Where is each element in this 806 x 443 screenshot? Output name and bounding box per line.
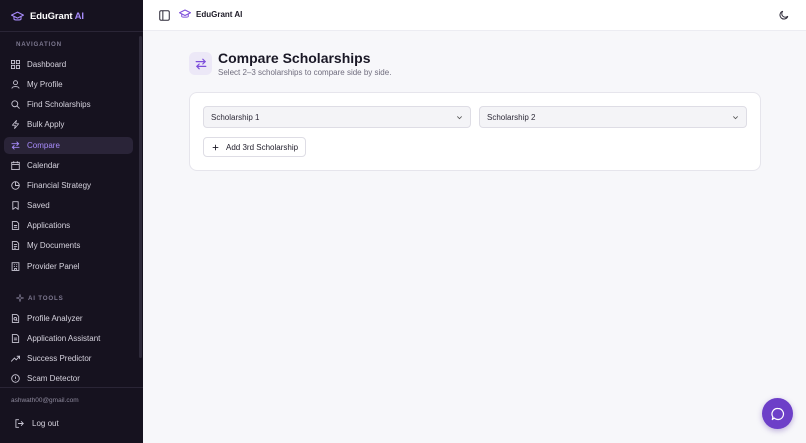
file-icon bbox=[11, 221, 20, 230]
sidebar-item-success-predictor[interactable]: Success Predictor bbox=[4, 350, 133, 367]
sidebar-item-label: My Documents bbox=[27, 241, 81, 250]
ai-tools-heading: AI TOOLS bbox=[16, 294, 64, 302]
bookmark-icon bbox=[11, 201, 20, 210]
file-search-icon bbox=[11, 314, 20, 323]
sidebar-item-applications[interactable]: Applications bbox=[4, 217, 133, 234]
building-icon bbox=[11, 262, 20, 271]
sidebar-item-label: Calendar bbox=[27, 161, 60, 170]
page-title: Compare Scholarships bbox=[218, 50, 371, 66]
divider bbox=[0, 31, 143, 32]
plus-icon bbox=[212, 144, 219, 150]
sidebar-item-label: Application Assistant bbox=[27, 334, 101, 343]
sidebar-item-saved[interactable]: Saved bbox=[4, 197, 133, 214]
brand[interactable]: EduGrant AI bbox=[11, 9, 84, 23]
logout-button[interactable]: Log out bbox=[15, 419, 59, 428]
sidebar-item-label: Success Predictor bbox=[27, 354, 92, 363]
bolt-icon bbox=[11, 120, 20, 129]
sidebar-item-profile-analyzer[interactable]: Profile Analyzer bbox=[4, 310, 133, 327]
pie-icon bbox=[11, 181, 20, 190]
add-button-label: Add 3rd Scholarship bbox=[226, 142, 299, 152]
chat-bubble-icon bbox=[770, 407, 784, 420]
top-bar: EduGrant AI bbox=[143, 0, 806, 31]
swap-icon bbox=[195, 58, 206, 69]
sidebar-item-label: Applications bbox=[27, 221, 71, 230]
sidebar: EduGrant AI NAVIGATION Dashboard My Prof… bbox=[0, 0, 143, 443]
sidebar-item-label: Profile Analyzer bbox=[27, 314, 83, 323]
sidebar-item-dashboard[interactable]: Dashboard bbox=[4, 56, 133, 73]
scholarship-1-select[interactable]: Scholarship 1 bbox=[203, 106, 471, 128]
logout-label: Log out bbox=[32, 419, 59, 428]
page-subtitle: Select 2–3 scholarships to compare side … bbox=[218, 68, 392, 77]
sidebar-toggle-icon[interactable] bbox=[159, 10, 170, 21]
compare-page-icon bbox=[189, 52, 212, 75]
sidebar-item-my-documents[interactable]: My Documents bbox=[4, 237, 133, 254]
sidebar-item-compare[interactable]: Compare bbox=[4, 137, 133, 154]
sidebar-item-label: Saved bbox=[27, 201, 50, 210]
grid-icon bbox=[11, 60, 20, 69]
sidebar-scrollbar[interactable] bbox=[139, 36, 142, 358]
sidebar-item-label: Financial Strategy bbox=[27, 181, 92, 190]
nav-heading: NAVIGATION bbox=[16, 41, 62, 48]
moon-icon[interactable] bbox=[779, 10, 789, 20]
shield-icon bbox=[11, 374, 20, 383]
sidebar-item-label: Provider Panel bbox=[27, 262, 80, 271]
sidebar-item-scam-detector[interactable]: Scam Detector bbox=[4, 370, 133, 387]
user-icon bbox=[11, 80, 20, 89]
chat-button[interactable] bbox=[762, 398, 793, 429]
compare-card: Scholarship 1 Scholarship 2 Add 3rd Scho… bbox=[189, 92, 761, 171]
user-email: ashwath00@gmail.com bbox=[11, 397, 79, 404]
logout-icon bbox=[15, 419, 24, 428]
select-value: Scholarship 1 bbox=[211, 112, 260, 122]
scholarship-2-select[interactable]: Scholarship 2 bbox=[479, 106, 747, 128]
swap-icon bbox=[11, 141, 20, 150]
sidebar-item-label: Dashboard bbox=[27, 60, 67, 69]
sidebar-item-label: Find Scholarships bbox=[27, 100, 91, 109]
sidebar-item-calendar[interactable]: Calendar bbox=[4, 157, 133, 174]
sidebar-item-label: Scam Detector bbox=[27, 374, 80, 383]
sidebar-item-financial-strategy[interactable]: Financial Strategy bbox=[4, 177, 133, 194]
sidebar-item-label: Bulk Apply bbox=[27, 120, 65, 129]
brand-name: EduGrant AI bbox=[30, 10, 84, 22]
sidebar-item-label: My Profile bbox=[27, 80, 63, 89]
graduation-cap-icon bbox=[11, 11, 24, 20]
document-icon bbox=[11, 241, 20, 250]
calendar-icon bbox=[11, 161, 20, 170]
divider bbox=[0, 387, 143, 388]
sidebar-item-application-assistant[interactable]: Application Assistant bbox=[4, 330, 133, 347]
file-pen-icon bbox=[11, 334, 20, 343]
sidebar-item-bulk-apply[interactable]: Bulk Apply bbox=[4, 116, 133, 133]
trend-icon bbox=[11, 354, 20, 363]
select-value: Scholarship 2 bbox=[487, 112, 536, 122]
sparkle-icon bbox=[16, 294, 24, 302]
chevron-down-icon bbox=[733, 115, 738, 119]
sidebar-item-provider-panel[interactable]: Provider Panel bbox=[4, 258, 133, 275]
sidebar-item-my-profile[interactable]: My Profile bbox=[4, 76, 133, 93]
top-brand-name: EduGrant AI bbox=[196, 9, 243, 19]
sidebar-item-label: Compare bbox=[27, 141, 60, 150]
chevron-down-icon bbox=[457, 115, 462, 119]
search-icon bbox=[11, 100, 20, 109]
sidebar-item-find-scholarships[interactable]: Find Scholarships bbox=[4, 96, 133, 113]
top-brand[interactable]: EduGrant AI bbox=[179, 9, 242, 19]
graduation-cap-icon bbox=[179, 9, 191, 18]
add-third-scholarship-button[interactable]: Add 3rd Scholarship bbox=[203, 137, 307, 157]
